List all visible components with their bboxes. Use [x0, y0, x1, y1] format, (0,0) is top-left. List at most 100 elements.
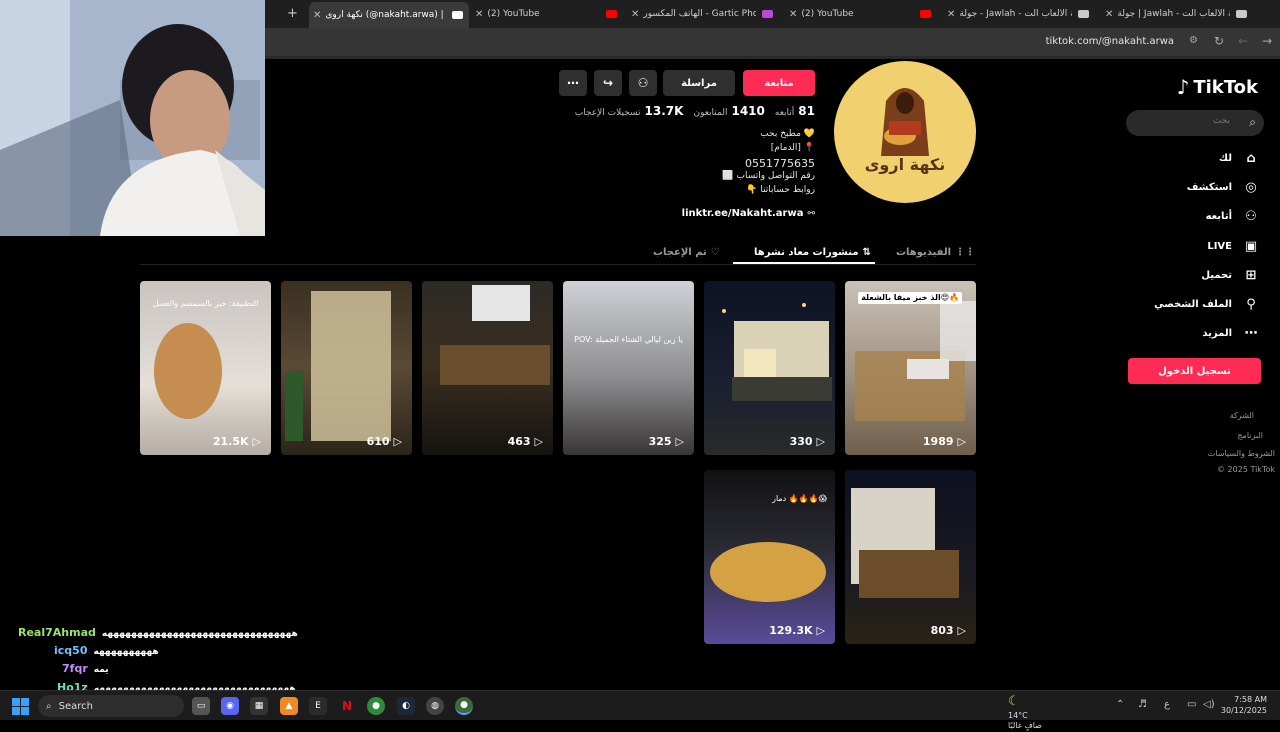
- user-follow-icon: ⚇: [1245, 208, 1257, 224]
- task-view-icon[interactable]: ▭: [192, 697, 210, 715]
- footer-company[interactable]: الشركة: [1230, 411, 1254, 420]
- tab-label: تم الإعجاب: [653, 246, 707, 258]
- heart-off-icon: ♡: [710, 246, 720, 258]
- nav-explore[interactable]: استكشف ◎: [1187, 177, 1260, 197]
- suggest-accounts-icon[interactable]: ⚇: [629, 70, 657, 96]
- tiktok-logo[interactable]: ♪ TikTok: [1177, 75, 1258, 99]
- video-caption: دمار 🔥🔥🔥😱: [772, 494, 827, 503]
- link-text: linktr.ee/Nakaht.arwa: [681, 208, 804, 219]
- tab-gartic-phone[interactable]: ✕ الهاتف المكسور - Gartic Phone: [627, 3, 779, 25]
- nav-profile[interactable]: الملف الشخصي ⚲: [1154, 294, 1260, 314]
- tab-youtube-1[interactable]: ✕ (2) YouTube: [785, 3, 937, 25]
- video-card[interactable]: 803 ▷: [845, 470, 976, 644]
- url-text[interactable]: tiktok.com/@nakaht.arwa: [1046, 36, 1174, 47]
- video-caption: التطبيقة: خبز بالسمسم والعسل: [152, 299, 259, 308]
- footer-program[interactable]: البرنامج: [1237, 431, 1263, 440]
- nav-label: استكشف: [1186, 181, 1232, 193]
- tab-reposts[interactable]: منشورات معاد نشرها ⇅: [754, 241, 871, 263]
- netflix-icon[interactable]: N: [338, 697, 356, 715]
- close-tab-icon[interactable]: ✕: [789, 9, 797, 20]
- chrome-icon[interactable]: ●: [367, 697, 385, 715]
- link-icon: ⚯: [807, 208, 815, 219]
- view-count: 610 ▷: [367, 435, 402, 448]
- chat-user: icq50: [54, 644, 88, 657]
- site-settings-icon[interactable]: ⚙: [1189, 35, 1198, 46]
- close-tab-icon[interactable]: ✕: [631, 9, 639, 20]
- reload-icon[interactable]: ↻: [1214, 34, 1224, 48]
- app-icon[interactable]: ▦: [250, 697, 268, 715]
- stat-following[interactable]: 81أتابعه: [775, 104, 815, 118]
- close-tab-icon[interactable]: ✕: [947, 9, 955, 20]
- nav-following[interactable]: أتابعه ⚇: [1206, 206, 1260, 226]
- nav-more[interactable]: المزيد ⋯: [1202, 323, 1260, 343]
- search-icon: ⌕: [46, 700, 52, 712]
- microphone-icon[interactable]: ♬: [1138, 699, 1147, 710]
- close-tab-icon[interactable]: ✕: [1105, 9, 1113, 20]
- weather-widget[interactable]: ☾ 14°C صافٍ غالبًا: [1008, 694, 1042, 732]
- tab-label: جولة | Jawlah - منصة الألعاب الت: [1117, 9, 1230, 19]
- nav-live[interactable]: LIVE ▣: [1207, 236, 1260, 256]
- video-card[interactable]: دمار 🔥🔥🔥😱 129.3K ▷: [704, 470, 835, 644]
- search-icon[interactable]: ⌕: [1249, 115, 1256, 130]
- language-indicator[interactable]: ع: [1164, 699, 1170, 710]
- more-options-icon[interactable]: ⋯: [559, 70, 587, 96]
- chat-text: ههههههههههه: [93, 647, 159, 657]
- tab-youtube-2[interactable]: ✕ (2) YouTube: [471, 3, 623, 25]
- tab-tiktok[interactable]: ✕ نكهة اروى (@nakaht.arwa) | Tok: [309, 2, 469, 28]
- home-icon: ⌂: [1246, 150, 1256, 166]
- tab-videos[interactable]: الفيديوهات ⋮⋮: [896, 241, 975, 263]
- network-icon[interactable]: ▭: [1187, 699, 1196, 710]
- search-input[interactable]: بحث ⌕: [1126, 110, 1264, 136]
- jawlah-favicon-icon: [1236, 10, 1247, 18]
- nav-upload[interactable]: تحميل ⊞: [1201, 265, 1260, 285]
- windows-start-icon[interactable]: [12, 698, 29, 715]
- taskbar-search[interactable]: ⌕ Search: [38, 695, 184, 717]
- close-tab-icon[interactable]: ✕: [475, 9, 483, 20]
- video-card[interactable]: 463 ▷: [422, 281, 553, 455]
- new-tab-button[interactable]: +: [287, 6, 298, 21]
- back-icon[interactable]: →: [1262, 34, 1272, 48]
- login-button[interactable]: تسجيل الدخول: [1128, 358, 1261, 384]
- view-count-value: 330: [789, 435, 813, 448]
- video-card[interactable]: التطبيقة: خبز بالسمسم والعسل 21.5K ▷: [140, 281, 271, 455]
- bio-line: 💛 مطبخ بحب: [760, 129, 815, 139]
- app-icon[interactable]: ▲: [280, 697, 298, 715]
- stat-label: تسجيلات الإعجاب: [574, 108, 641, 118]
- message-button[interactable]: مراسلة: [663, 70, 735, 96]
- steam-icon[interactable]: ◐: [397, 697, 415, 715]
- taskbar-clock[interactable]: 7:58 AM 30/12/2025: [1221, 694, 1267, 716]
- tab-label: نكهة اروى (@nakaht.arwa) | Tok: [325, 10, 446, 20]
- video-thumbnail: [722, 303, 832, 401]
- tab-jawlah-2[interactable]: ✕ جولة - Jawlah - منصة الألعاب الت: [943, 3, 1095, 25]
- discord-icon[interactable]: ◉: [221, 697, 239, 715]
- profile-avatar[interactable]: نكهة اروى: [834, 61, 976, 203]
- stat-followers[interactable]: 1410المتابعون: [693, 104, 764, 118]
- chrome-active-icon[interactable]: ●: [455, 697, 473, 715]
- footer-terms[interactable]: الشروط والسياسات: [1208, 449, 1275, 458]
- chevron-up-icon[interactable]: ⌃: [1116, 699, 1124, 710]
- view-count-value: 1989: [922, 435, 954, 448]
- view-count-value: 21.5K: [212, 435, 249, 448]
- video-card[interactable]: الذ خبز ميفا بالشعلة😍🔥 1989 ▷: [845, 281, 976, 455]
- nav-for-you[interactable]: لك ⌂: [1219, 148, 1260, 168]
- tab-jawlah-1[interactable]: ✕ جولة | Jawlah - منصة الألعاب الت: [1101, 3, 1253, 25]
- view-count: 325 ▷: [649, 435, 684, 448]
- profile-link[interactable]: linktr.ee/Nakaht.arwa ⚯: [682, 208, 815, 219]
- video-card[interactable]: 610 ▷: [281, 281, 412, 455]
- follow-button[interactable]: متابعة: [743, 70, 815, 96]
- epic-games-icon[interactable]: E: [309, 697, 327, 715]
- obs-icon[interactable]: ◍: [426, 697, 444, 715]
- play-icon: ▷: [816, 435, 825, 448]
- jawlah-favicon-icon: [1078, 10, 1089, 18]
- forward-icon[interactable]: ←: [1238, 34, 1248, 48]
- share-icon[interactable]: ↪: [594, 70, 622, 96]
- repost-icon: ⇅: [862, 246, 871, 258]
- close-tab-icon[interactable]: ✕: [313, 10, 321, 21]
- view-count-value: 803: [930, 624, 954, 637]
- video-card[interactable]: POV: يا زين ليالي الشتاء الجميلة 325 ▷: [563, 281, 694, 455]
- webcam-image: [0, 0, 265, 236]
- tab-liked[interactable]: تم الإعجاب ♡: [653, 241, 720, 263]
- volume-icon[interactable]: ◁): [1203, 699, 1215, 710]
- video-card[interactable]: 330 ▷: [704, 281, 835, 455]
- stat-value: 81: [798, 104, 815, 118]
